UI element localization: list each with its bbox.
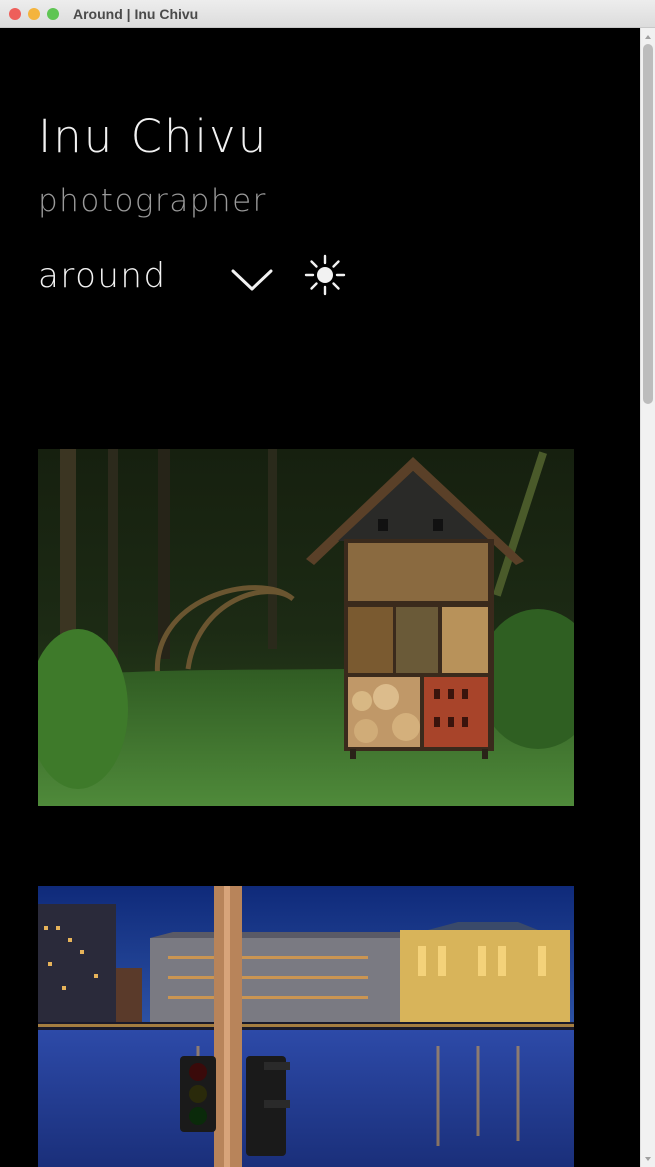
- page-scrollbar[interactable]: [640, 28, 655, 1167]
- current-section-label[interactable]: around: [38, 256, 167, 296]
- window-maximize-button[interactable]: [47, 8, 59, 20]
- scroll-up-icon[interactable]: [645, 35, 651, 39]
- window-title: Around | Inu Chivu: [73, 6, 199, 22]
- scrollbar-thumb[interactable]: [643, 44, 653, 404]
- gallery-photo-city-riverfront[interactable]: [38, 886, 574, 1167]
- sun-icon: [304, 254, 346, 296]
- chevron-down-icon: [231, 269, 273, 291]
- site-title[interactable]: Inu Chivu: [38, 110, 268, 163]
- theme-toggle-button[interactable]: [304, 254, 346, 296]
- insect-hotel-image: [38, 449, 574, 806]
- window-minimize-button[interactable]: [28, 8, 40, 20]
- gallery-photo-insect-hotel[interactable]: [38, 449, 574, 806]
- scroll-down-icon[interactable]: [645, 1157, 651, 1161]
- section-menu-toggle-button[interactable]: [230, 265, 274, 295]
- window-close-button[interactable]: [9, 8, 21, 20]
- page-viewport: Inu Chivu photographer around: [0, 28, 640, 1167]
- city-riverfront-image: [38, 886, 574, 1167]
- site-subtitle: photographer: [38, 183, 267, 219]
- window-titlebar: Around | Inu Chivu: [0, 0, 655, 28]
